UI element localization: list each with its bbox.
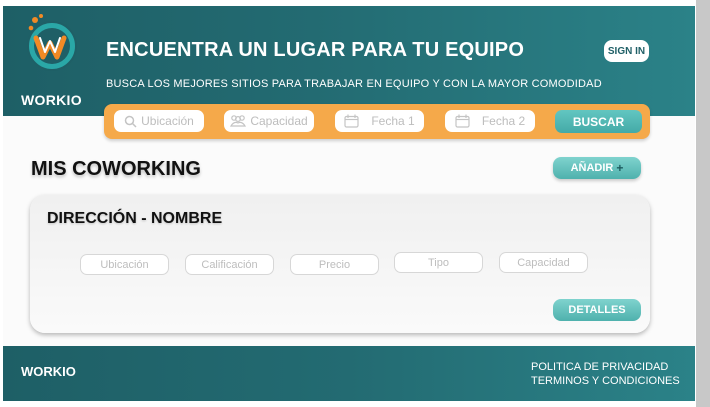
hero-title: ENCUENTRA UN LUGAR PARA TU EQUIPO [106,39,525,61]
page-title: MIS COWORKING [31,158,201,180]
footer-links: POLITICA DE PRIVACIDAD TERMINOS Y CONDIC… [531,360,680,388]
app-frame: WORKIO ENCUENTRA UN LUGAR PARA TU EQUIPO… [3,6,695,401]
calendar-icon [344,114,359,128]
details-button[interactable]: DETALLES [553,299,641,321]
search-bar: Ubicación Capacidad Fecha 1 Fecha 2 BUSC… [104,104,650,139]
hero-subtitle: BUSCA LOS MEJORES SITIOS PARA TRABAJAR E… [106,78,602,90]
chip-capacity: Capacidad [499,252,588,273]
header: WORKIO ENCUENTRA UN LUGAR PARA TU EQUIPO… [3,6,695,116]
chip-type: Tipo [394,252,483,273]
scrollbar[interactable] [696,0,710,407]
plus-icon: + [616,161,624,175]
chip-location: Ubicación [80,254,169,275]
location-field-label: Ubicación [141,114,194,128]
sign-in-button[interactable]: SIGN IN [604,40,649,62]
chip-price: Precio [290,254,379,275]
capacity-field[interactable]: Capacidad [224,110,314,132]
add-button-label: AÑADIR [570,162,614,174]
calendar-icon [455,114,470,128]
privacy-policy-link[interactable]: POLITICA DE PRIVACIDAD [531,360,680,374]
search-icon [124,115,137,128]
date-2-field[interactable]: Fecha 2 [445,110,535,132]
page: WORKIO ENCUENTRA UN LUGAR PARA TU EQUIPO… [0,0,710,407]
coworking-card: DIRECCIÓN - NOMBRE Ubicación Calificació… [30,195,650,333]
footer-brand: WORKIO [21,364,76,379]
add-coworking-button[interactable]: AÑADIR + [553,157,641,179]
date-1-field[interactable]: Fecha 1 [335,110,424,132]
capacity-field-label: Capacidad [250,114,308,128]
chip-rating: Calificación [185,254,274,275]
card-title: DIRECCIÓN - NOMBRE [47,210,223,227]
date-2-label: Fecha 2 [481,114,526,128]
workio-logo[interactable] [21,10,81,76]
footer: WORKIO POLITICA DE PRIVACIDAD TERMINOS Y… [3,346,695,401]
group-icon [230,115,247,127]
date-1-label: Fecha 1 [371,114,415,128]
brand-name: WORKIO [21,92,82,108]
terms-link[interactable]: TERMINOS Y CONDICIONES [531,374,680,388]
location-field[interactable]: Ubicación [114,110,204,132]
search-button[interactable]: BUSCAR [555,110,642,133]
